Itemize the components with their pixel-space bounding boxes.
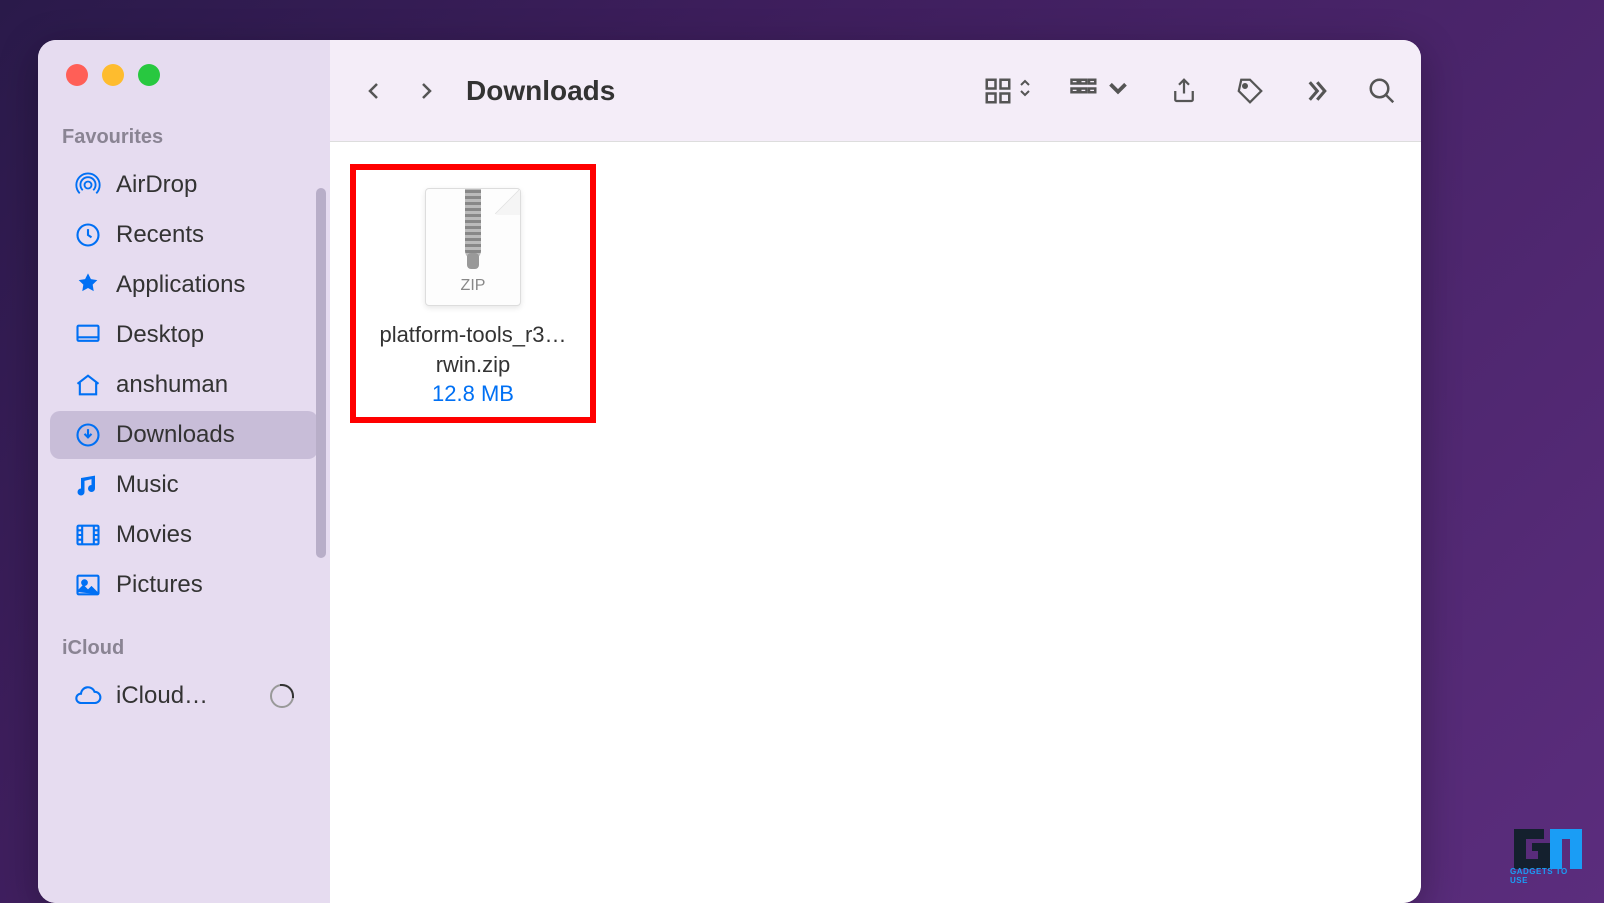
desktop-icon: [74, 321, 102, 349]
section-header-favourites: Favourites: [38, 126, 330, 159]
watermark: GADGETS TO USE: [1510, 821, 1586, 885]
chevrons-right-icon: [1301, 76, 1331, 106]
zip-label: ZIP: [426, 277, 520, 295]
sidebar-item-label: Pictures: [116, 571, 203, 599]
search-button[interactable]: [1367, 76, 1397, 106]
file-item[interactable]: ZIP platform-tools_r3…rwin.zip 12.8 MB: [350, 164, 596, 423]
sidebar-item-applications[interactable]: Applications: [50, 261, 318, 309]
home-icon: [74, 371, 102, 399]
downloads-icon: [74, 421, 102, 449]
window-controls: [38, 64, 330, 86]
pictures-icon: [74, 571, 102, 599]
maximize-button[interactable]: [138, 64, 160, 86]
file-grid: ZIP platform-tools_r3…rwin.zip 12.8 MB: [330, 142, 1421, 903]
tag-icon: [1235, 76, 1265, 106]
sidebar-item-label: Movies: [116, 521, 192, 549]
share-icon: [1169, 76, 1199, 106]
icloud-sync-progress-icon: [270, 684, 294, 708]
sidebar-item-label: Downloads: [116, 421, 235, 449]
close-button[interactable]: [66, 64, 88, 86]
main-area: Downloads: [330, 40, 1421, 903]
forward-button[interactable]: [406, 71, 446, 111]
sidebar-item-icloud[interactable]: iCloud…: [50, 672, 318, 720]
airdrop-icon: [74, 171, 102, 199]
recents-icon: [74, 221, 102, 249]
file-name: platform-tools_r3…rwin.zip: [362, 320, 584, 379]
sidebar-item-label: Music: [116, 471, 179, 499]
sidebar-item-downloads[interactable]: Downloads: [50, 411, 318, 459]
sidebar-scrollbar[interactable]: [316, 188, 326, 558]
zip-file-icon: ZIP: [425, 188, 521, 306]
sidebar-item-music[interactable]: Music: [50, 461, 318, 509]
sidebar-item-label: anshuman: [116, 371, 228, 399]
sidebar-item-label: Applications: [116, 271, 245, 299]
grid-icon: [983, 76, 1013, 106]
sidebar-item-label: Recents: [116, 221, 204, 249]
page-title: Downloads: [466, 75, 971, 107]
toolbar-right: [983, 73, 1397, 108]
file-size: 12.8 MB: [432, 381, 514, 407]
applications-icon: [74, 271, 102, 299]
sidebar-item-movies[interactable]: Movies: [50, 511, 318, 559]
sidebar: Favourites AirDrop Recents Applications …: [38, 40, 330, 903]
search-icon: [1367, 76, 1397, 106]
sidebar-item-pictures[interactable]: Pictures: [50, 561, 318, 609]
finder-window: Favourites AirDrop Recents Applications …: [38, 40, 1421, 903]
sidebar-item-label: Desktop: [116, 321, 204, 349]
watermark-text: GADGETS TO USE: [1510, 867, 1586, 885]
view-mode-button[interactable]: [983, 76, 1033, 106]
cloud-icon: [74, 682, 102, 710]
chevron-up-down-icon: [1017, 78, 1033, 103]
minimize-button[interactable]: [102, 64, 124, 86]
music-icon: [74, 471, 102, 499]
sidebar-item-desktop[interactable]: Desktop: [50, 311, 318, 359]
sidebar-item-airdrop[interactable]: AirDrop: [50, 161, 318, 209]
sidebar-item-label: AirDrop: [116, 171, 197, 199]
more-button[interactable]: [1301, 76, 1331, 106]
tags-button[interactable]: [1235, 76, 1265, 106]
watermark-logo-icon: [1510, 821, 1586, 871]
group-icon: [1069, 76, 1099, 106]
sidebar-item-recents[interactable]: Recents: [50, 211, 318, 259]
toolbar: Downloads: [330, 40, 1421, 142]
chevron-down-icon: [1103, 73, 1133, 108]
sidebar-item-label: iCloud…: [116, 682, 208, 710]
movies-icon: [74, 521, 102, 549]
group-by-button[interactable]: [1069, 73, 1133, 108]
sidebar-item-home[interactable]: anshuman: [50, 361, 318, 409]
section-header-icloud: iCloud: [38, 637, 330, 670]
back-button[interactable]: [354, 71, 394, 111]
share-button[interactable]: [1169, 76, 1199, 106]
